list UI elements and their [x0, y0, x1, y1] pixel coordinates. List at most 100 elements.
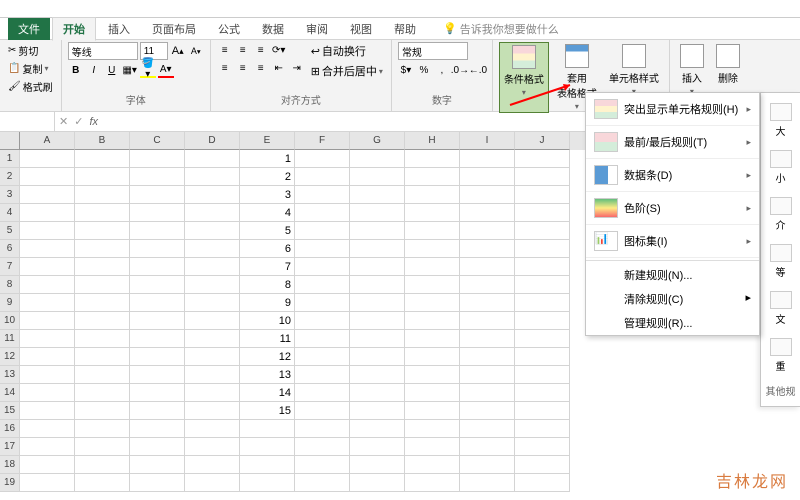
- column-header[interactable]: C: [130, 132, 185, 150]
- conditional-format-button[interactable]: 条件格式 ▾: [499, 42, 549, 113]
- cell[interactable]: [295, 240, 350, 258]
- cell[interactable]: [240, 420, 295, 438]
- tab-view[interactable]: 视图: [340, 18, 382, 40]
- align-left-button[interactable]: ≡: [217, 60, 233, 76]
- column-header[interactable]: J: [515, 132, 570, 150]
- wrap-text-button[interactable]: ↩自动换行: [309, 42, 385, 60]
- cell[interactable]: [185, 312, 240, 330]
- cell[interactable]: [405, 222, 460, 240]
- cell[interactable]: [75, 384, 130, 402]
- side-item-3[interactable]: 介: [761, 191, 800, 238]
- cell[interactable]: [515, 294, 570, 312]
- row-header[interactable]: 3: [0, 186, 20, 204]
- cell[interactable]: [350, 348, 405, 366]
- tab-data[interactable]: 数据: [252, 18, 294, 40]
- cell[interactable]: [405, 330, 460, 348]
- row-header[interactable]: 6: [0, 240, 20, 258]
- name-box[interactable]: [0, 112, 55, 131]
- cell[interactable]: [295, 294, 350, 312]
- cell[interactable]: [295, 186, 350, 204]
- cell[interactable]: [515, 150, 570, 168]
- cell[interactable]: 5: [240, 222, 295, 240]
- cell[interactable]: [185, 474, 240, 492]
- cell[interactable]: [350, 384, 405, 402]
- cell[interactable]: [405, 438, 460, 456]
- cell[interactable]: [75, 438, 130, 456]
- cell[interactable]: [185, 348, 240, 366]
- menu-manage-rules[interactable]: 管理规则(R)...: [586, 311, 759, 335]
- cell[interactable]: [350, 456, 405, 474]
- cell[interactable]: [20, 384, 75, 402]
- copy-button[interactable]: 📋复制▾: [6, 60, 55, 77]
- cell[interactable]: [295, 456, 350, 474]
- cell[interactable]: [350, 294, 405, 312]
- cell[interactable]: [75, 168, 130, 186]
- cell[interactable]: [405, 312, 460, 330]
- cell[interactable]: 7: [240, 258, 295, 276]
- row-header[interactable]: 12: [0, 348, 20, 366]
- italic-button[interactable]: I: [86, 62, 102, 78]
- cell[interactable]: [130, 420, 185, 438]
- cell[interactable]: [460, 366, 515, 384]
- cell[interactable]: [405, 150, 460, 168]
- row-header[interactable]: 8: [0, 276, 20, 294]
- cell[interactable]: [75, 186, 130, 204]
- tab-formulas[interactable]: 公式: [208, 18, 250, 40]
- cell[interactable]: 3: [240, 186, 295, 204]
- cell[interactable]: [20, 186, 75, 204]
- cell[interactable]: [295, 330, 350, 348]
- cell[interactable]: 13: [240, 366, 295, 384]
- menu-highlight-rules[interactable]: 突出显示单元格规则(H) ▸: [586, 93, 759, 126]
- cell[interactable]: [350, 312, 405, 330]
- align-right-button[interactable]: ≡: [253, 60, 269, 76]
- cell[interactable]: [460, 438, 515, 456]
- format-painter-button[interactable]: 🖌格式刷: [6, 78, 55, 95]
- cell[interactable]: [185, 384, 240, 402]
- side-item-4[interactable]: 等: [761, 238, 800, 285]
- tab-home[interactable]: 开始: [52, 17, 96, 41]
- cell[interactable]: [405, 258, 460, 276]
- cell[interactable]: 10: [240, 312, 295, 330]
- cell[interactable]: [460, 312, 515, 330]
- cell[interactable]: 12: [240, 348, 295, 366]
- cell[interactable]: [20, 348, 75, 366]
- cell[interactable]: [295, 384, 350, 402]
- row-header[interactable]: 11: [0, 330, 20, 348]
- cell[interactable]: [515, 402, 570, 420]
- cell[interactable]: [350, 186, 405, 204]
- percent-button[interactable]: %: [416, 62, 432, 78]
- cell[interactable]: [405, 402, 460, 420]
- cell[interactable]: [350, 330, 405, 348]
- cell[interactable]: [295, 276, 350, 294]
- row-header[interactable]: 1: [0, 150, 20, 168]
- cell[interactable]: [130, 258, 185, 276]
- border-button[interactable]: ▦▾: [122, 62, 138, 78]
- cell[interactable]: [295, 366, 350, 384]
- cell[interactable]: [130, 438, 185, 456]
- cell[interactable]: [185, 240, 240, 258]
- cell[interactable]: [460, 240, 515, 258]
- cell[interactable]: [405, 204, 460, 222]
- cell[interactable]: [295, 474, 350, 492]
- cell[interactable]: [75, 294, 130, 312]
- cell[interactable]: [515, 474, 570, 492]
- currency-button[interactable]: $▾: [398, 62, 414, 78]
- cell[interactable]: [130, 312, 185, 330]
- cell[interactable]: [240, 456, 295, 474]
- cell[interactable]: [130, 456, 185, 474]
- cell[interactable]: [185, 276, 240, 294]
- cell[interactable]: [460, 348, 515, 366]
- cell[interactable]: 11: [240, 330, 295, 348]
- cell[interactable]: [185, 294, 240, 312]
- cell[interactable]: [460, 330, 515, 348]
- cell[interactable]: [460, 294, 515, 312]
- cell[interactable]: [295, 402, 350, 420]
- cell[interactable]: [185, 150, 240, 168]
- cell[interactable]: [350, 168, 405, 186]
- cell[interactable]: [185, 222, 240, 240]
- cell[interactable]: [295, 222, 350, 240]
- cell[interactable]: [460, 222, 515, 240]
- cell[interactable]: [20, 402, 75, 420]
- orientation-button[interactable]: ⟳▾: [271, 42, 287, 58]
- cell[interactable]: [20, 222, 75, 240]
